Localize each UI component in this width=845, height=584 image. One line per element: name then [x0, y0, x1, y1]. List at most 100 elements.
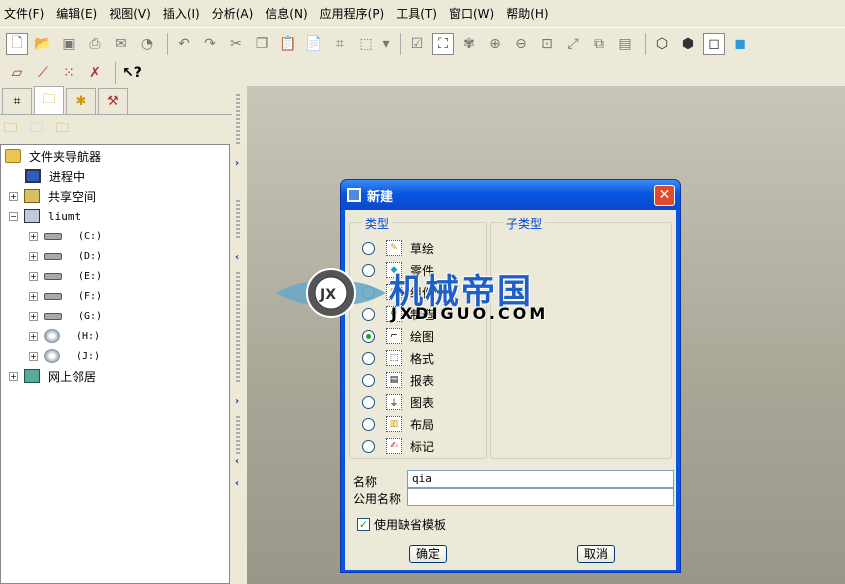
undo-icon[interactable]: ↶ [173, 33, 195, 55]
expand-icon[interactable]: + [29, 331, 38, 341]
menu-analysis[interactable]: 分析(A) [212, 5, 254, 22]
radio-button[interactable] [362, 241, 375, 255]
tab-connections[interactable]: ⚒ [98, 88, 128, 114]
dialog-titlebar[interactable]: 新建 [341, 180, 680, 210]
tree-node-root[interactable]: 文件夹导航器 [5, 147, 101, 165]
tree-node-shared-space[interactable]: + 共享空间 [9, 187, 96, 205]
type-option-layout[interactable]: ▥ 布局 [362, 414, 434, 434]
tab-favorites[interactable]: ✱ [66, 88, 96, 114]
fit-icon[interactable]: ⊡ [536, 33, 558, 55]
type-option-markup[interactable]: ✍ 标记 [362, 436, 434, 456]
panel-splitter[interactable]: › ‹ › ‹ ‹ [232, 86, 246, 584]
menu-view[interactable]: 视图(V) [109, 5, 151, 22]
context-help-icon[interactable]: ↖? [121, 62, 143, 84]
new-folder-icon[interactable]: 🗀 [4, 119, 26, 141]
paste-icon[interactable]: 📋 [277, 33, 299, 55]
radio-button-selected[interactable] [362, 329, 375, 343]
checkbox-checked[interactable]: ✓ [357, 518, 370, 531]
collapse-icon[interactable]: − [9, 211, 18, 221]
tree-node-drive-f[interactable]: + (F:) [29, 287, 102, 305]
type-option-sketch[interactable]: ✎ 草绘 [362, 238, 434, 258]
zoom-in-icon[interactable]: ⊕ [484, 33, 506, 55]
menu-help[interactable]: 帮助(H) [506, 5, 548, 22]
name-input[interactable]: qia [407, 470, 674, 488]
wireframe-icon[interactable]: ⬡ [651, 33, 673, 55]
expand-icon[interactable]: + [29, 291, 38, 301]
tree-node-drive-h[interactable]: + (H:) [29, 327, 100, 345]
radio-button[interactable] [362, 373, 375, 387]
orient-icon[interactable]: ⤢ [562, 33, 584, 55]
zoom-out-icon[interactable]: ⊖ [510, 33, 532, 55]
tree-node-drive-d[interactable]: + (D:) [29, 247, 102, 265]
expand-icon[interactable]: + [9, 371, 18, 381]
expand-icon[interactable]: + [29, 311, 38, 321]
radio-button[interactable] [362, 439, 375, 453]
radio-button[interactable] [362, 395, 375, 409]
tree-node-drive-e[interactable]: + (E:) [29, 267, 102, 285]
datum-point-icon[interactable]: ⁙ [58, 62, 80, 84]
radio-button[interactable] [362, 417, 375, 431]
datum-display-icon[interactable]: ⛶ [432, 33, 454, 55]
save-icon[interactable]: ▣ [58, 33, 80, 55]
chevron-left-icon[interactable]: ‹ [235, 478, 239, 489]
hidden-line-icon[interactable]: ⬢ [677, 33, 699, 55]
chevron-left-icon[interactable]: ‹ [235, 456, 239, 467]
menu-edit[interactable]: 编辑(E) [56, 5, 97, 22]
regenerate-icon[interactable]: ☑ [406, 33, 428, 55]
tree-node-drive-c[interactable]: + (C:) [29, 227, 102, 245]
type-option-format[interactable]: ⬚ 格式 [362, 348, 434, 368]
new-file-icon[interactable]: 🗋 [6, 33, 28, 55]
repaint-icon[interactable]: ✾ [458, 33, 480, 55]
menu-applications[interactable]: 应用程序(P) [320, 5, 385, 22]
tree-node-network[interactable]: + 网上邻居 [9, 367, 96, 385]
saved-views-icon[interactable]: ⧉ [588, 33, 610, 55]
tree-node-in-session[interactable]: 进程中 [25, 167, 85, 185]
no-hidden-icon[interactable]: ◻ [703, 33, 725, 55]
cut-icon[interactable]: ✂ [225, 33, 247, 55]
menu-info[interactable]: 信息(N) [265, 5, 307, 22]
menu-tools[interactable]: 工具(T) [396, 5, 437, 22]
expand-icon[interactable]: + [29, 231, 38, 241]
type-option-report[interactable]: ▤ 报表 [362, 370, 434, 390]
open-file-icon[interactable]: 📂 [32, 33, 54, 55]
menu-insert[interactable]: 插入(I) [163, 5, 200, 22]
menu-file[interactable]: 文件(F) [4, 5, 44, 22]
tree-node-drive-j[interactable]: + (J:) [29, 347, 100, 365]
find-icon[interactable]: ⌗ [329, 33, 351, 55]
send-icon[interactable]: ✉ [110, 33, 132, 55]
use-default-template[interactable]: ✓ 使用缺省模板 [357, 516, 446, 533]
tree-node-drive-g[interactable]: + (G:) [29, 307, 102, 325]
common-name-input[interactable] [407, 488, 674, 506]
expand-icon[interactable]: + [9, 191, 18, 201]
expand-icon[interactable]: + [29, 351, 38, 361]
cancel-button[interactable]: 取消 [577, 545, 615, 563]
shading-icon[interactable]: ◼ [729, 33, 751, 55]
favorite-folder-icon[interactable]: 🗀 [56, 119, 78, 141]
close-button[interactable]: ✕ [654, 185, 675, 206]
redo-icon[interactable]: ↷ [199, 33, 221, 55]
print-icon[interactable]: ⎙ [84, 33, 106, 55]
expand-icon[interactable]: + [29, 271, 38, 281]
menu-window[interactable]: 窗口(W) [449, 5, 494, 22]
mail-icon[interactable]: ◔ [136, 33, 158, 55]
datum-axis-icon[interactable]: ⟋ [32, 62, 54, 84]
type-option-drawing[interactable]: ⌐ 绘图 [362, 326, 434, 346]
type-option-diagram[interactable]: ⏚ 图表 [362, 392, 434, 412]
layers-icon[interactable]: ▤ [614, 33, 636, 55]
datum-plane-icon[interactable]: ▱ [6, 62, 28, 84]
chevron-down-icon[interactable]: ▾ [381, 33, 391, 55]
tree-node-computer[interactable]: − liumt [9, 207, 81, 225]
radio-button[interactable] [362, 351, 375, 365]
tab-folder-browser[interactable]: 🗀 [34, 86, 64, 114]
paste-special-icon[interactable]: 📄 [303, 33, 325, 55]
folder-up-icon[interactable]: 🗀 [30, 119, 52, 141]
tab-model-tree[interactable]: ⌗ [2, 88, 32, 114]
chevron-left-icon[interactable]: ‹ [235, 252, 239, 263]
chevron-right-icon[interactable]: › [235, 158, 239, 169]
coordinate-system-icon[interactable]: ✗ [84, 62, 106, 84]
ok-button[interactable]: 确定 [409, 545, 447, 563]
select-box-icon[interactable]: ⬚ [355, 33, 377, 55]
copy-icon[interactable]: ❐ [251, 33, 273, 55]
chevron-right-icon[interactable]: › [235, 396, 239, 407]
expand-icon[interactable]: + [29, 251, 38, 261]
